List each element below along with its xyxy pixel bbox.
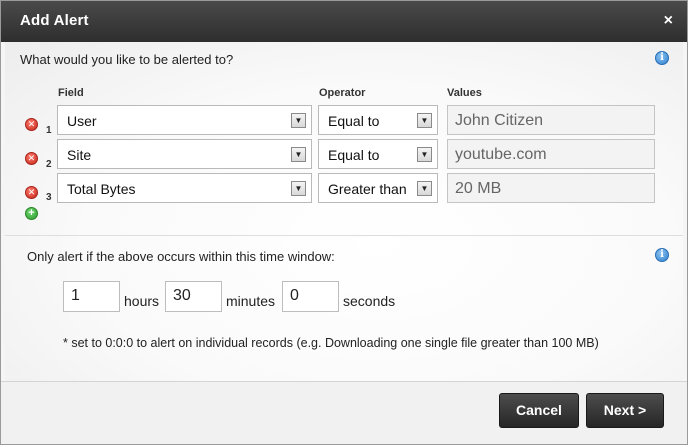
field-select-1-value: User [67,113,97,129]
minutes-label: minutes [226,293,276,309]
seconds-input[interactable]: 0 [282,281,339,312]
title-bar: Add Alert × [1,1,687,42]
field-select-2-value: Site [67,147,92,163]
add-alert-dialog: Add Alert × What would you like to be al… [0,0,688,445]
dialog-footer [1,381,687,444]
field-select-2[interactable]: Site ▼ [57,139,312,169]
operator-select-1[interactable]: Equal to ▼ [318,105,438,135]
operator-column-header: Operator [319,87,366,99]
time-window-label: Only alert if the above occurs within th… [27,249,335,264]
row-number-3: 3 [46,192,52,203]
chevron-down-icon[interactable]: ▼ [417,181,432,196]
remove-row-2-icon[interactable]: ✕ [25,152,38,165]
field-column-header: Field [58,87,84,99]
chevron-down-icon[interactable]: ▼ [291,113,306,128]
close-icon[interactable]: × [664,12,673,30]
field-select-1[interactable]: User ▼ [57,105,312,135]
chevron-down-icon[interactable]: ▼ [291,181,306,196]
question-label: What would you like to be alerted to? [20,52,234,67]
seconds-label: seconds [343,293,396,309]
operator-select-3[interactable]: Greater than ▼ [318,173,438,203]
field-select-3-value: Total Bytes [67,181,136,197]
value-input-2[interactable]: youtube.com [447,139,655,169]
next-button[interactable]: Next > [586,393,664,428]
row-number-2: 2 [46,159,52,170]
values-column-header: Values [447,87,482,99]
time-window-note: * set to 0:0:0 to alert on individual re… [63,336,599,350]
hours-label: hours [124,293,160,309]
field-select-3[interactable]: Total Bytes ▼ [57,173,312,203]
hours-input[interactable]: 1 [63,281,120,312]
cancel-button[interactable]: Cancel [499,393,579,428]
minutes-input[interactable]: 30 [165,281,222,312]
chevron-down-icon[interactable]: ▼ [291,147,306,162]
operator-select-1-value: Equal to [328,113,380,129]
info-icon[interactable]: i [655,51,669,65]
value-input-1[interactable]: John Citizen [447,105,655,135]
operator-select-2-value: Equal to [328,147,380,163]
operator-select-2[interactable]: Equal to ▼ [318,139,438,169]
section-divider [5,235,683,236]
chevron-down-icon[interactable]: ▼ [417,113,432,128]
row-number-1: 1 [46,125,52,136]
value-input-3[interactable]: 20 MB [447,173,655,203]
operator-select-3-value: Greater than [328,181,407,197]
remove-row-1-icon[interactable]: ✕ [25,118,38,131]
remove-row-3-icon[interactable]: ✕ [25,186,38,199]
info-icon[interactable]: i [655,248,669,262]
chevron-down-icon[interactable]: ▼ [417,147,432,162]
add-row-icon[interactable]: + [25,207,38,220]
dialog-title: Add Alert [20,12,89,29]
